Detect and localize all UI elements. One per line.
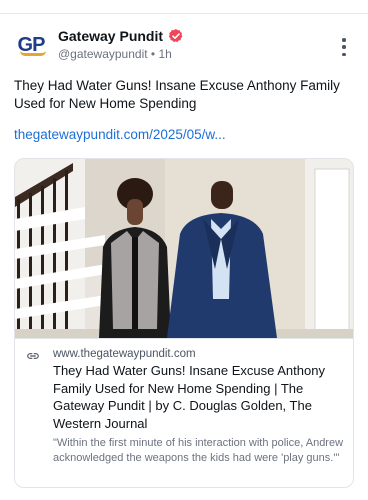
card-image[interactable] <box>15 159 354 338</box>
link-icon <box>27 353 39 359</box>
post-header: GP Gateway Pundit @gatewaypundit • 1h <box>14 26 354 66</box>
author-display-name[interactable]: Gateway Pundit <box>58 28 163 44</box>
meta-separator: • <box>150 47 156 61</box>
top-divider <box>0 13 368 14</box>
link-preview-card[interactable]: www.thegatewaypundit.com They Had Water … <box>14 158 354 488</box>
post-time[interactable]: 1h <box>158 47 171 61</box>
card-title[interactable]: They Had Water Guns! Insane Excuse Antho… <box>53 362 349 432</box>
card-domain: www.thegatewaypundit.com <box>53 348 196 360</box>
verified-badge-icon <box>168 29 183 43</box>
avatar[interactable]: GP <box>14 28 48 62</box>
logo-swoosh <box>19 51 46 56</box>
post-text: They Had Water Guns! Insane Excuse Antho… <box>14 78 340 111</box>
post-link[interactable]: thegatewaypundit.com/2025/05/w... <box>14 127 226 142</box>
gateway-pundit-logo: GP <box>18 34 46 57</box>
card-body: www.thegatewaypundit.com They Had Water … <box>15 338 353 487</box>
author-handle[interactable]: @gatewaypundit <box>58 47 148 61</box>
author-name-row: Gateway Pundit <box>58 28 184 44</box>
card-description: "Within the first minute of his interact… <box>53 437 344 464</box>
author-handle-row: @gatewaypundit • 1h <box>58 47 172 61</box>
more-vertical-icon[interactable] <box>340 38 348 56</box>
